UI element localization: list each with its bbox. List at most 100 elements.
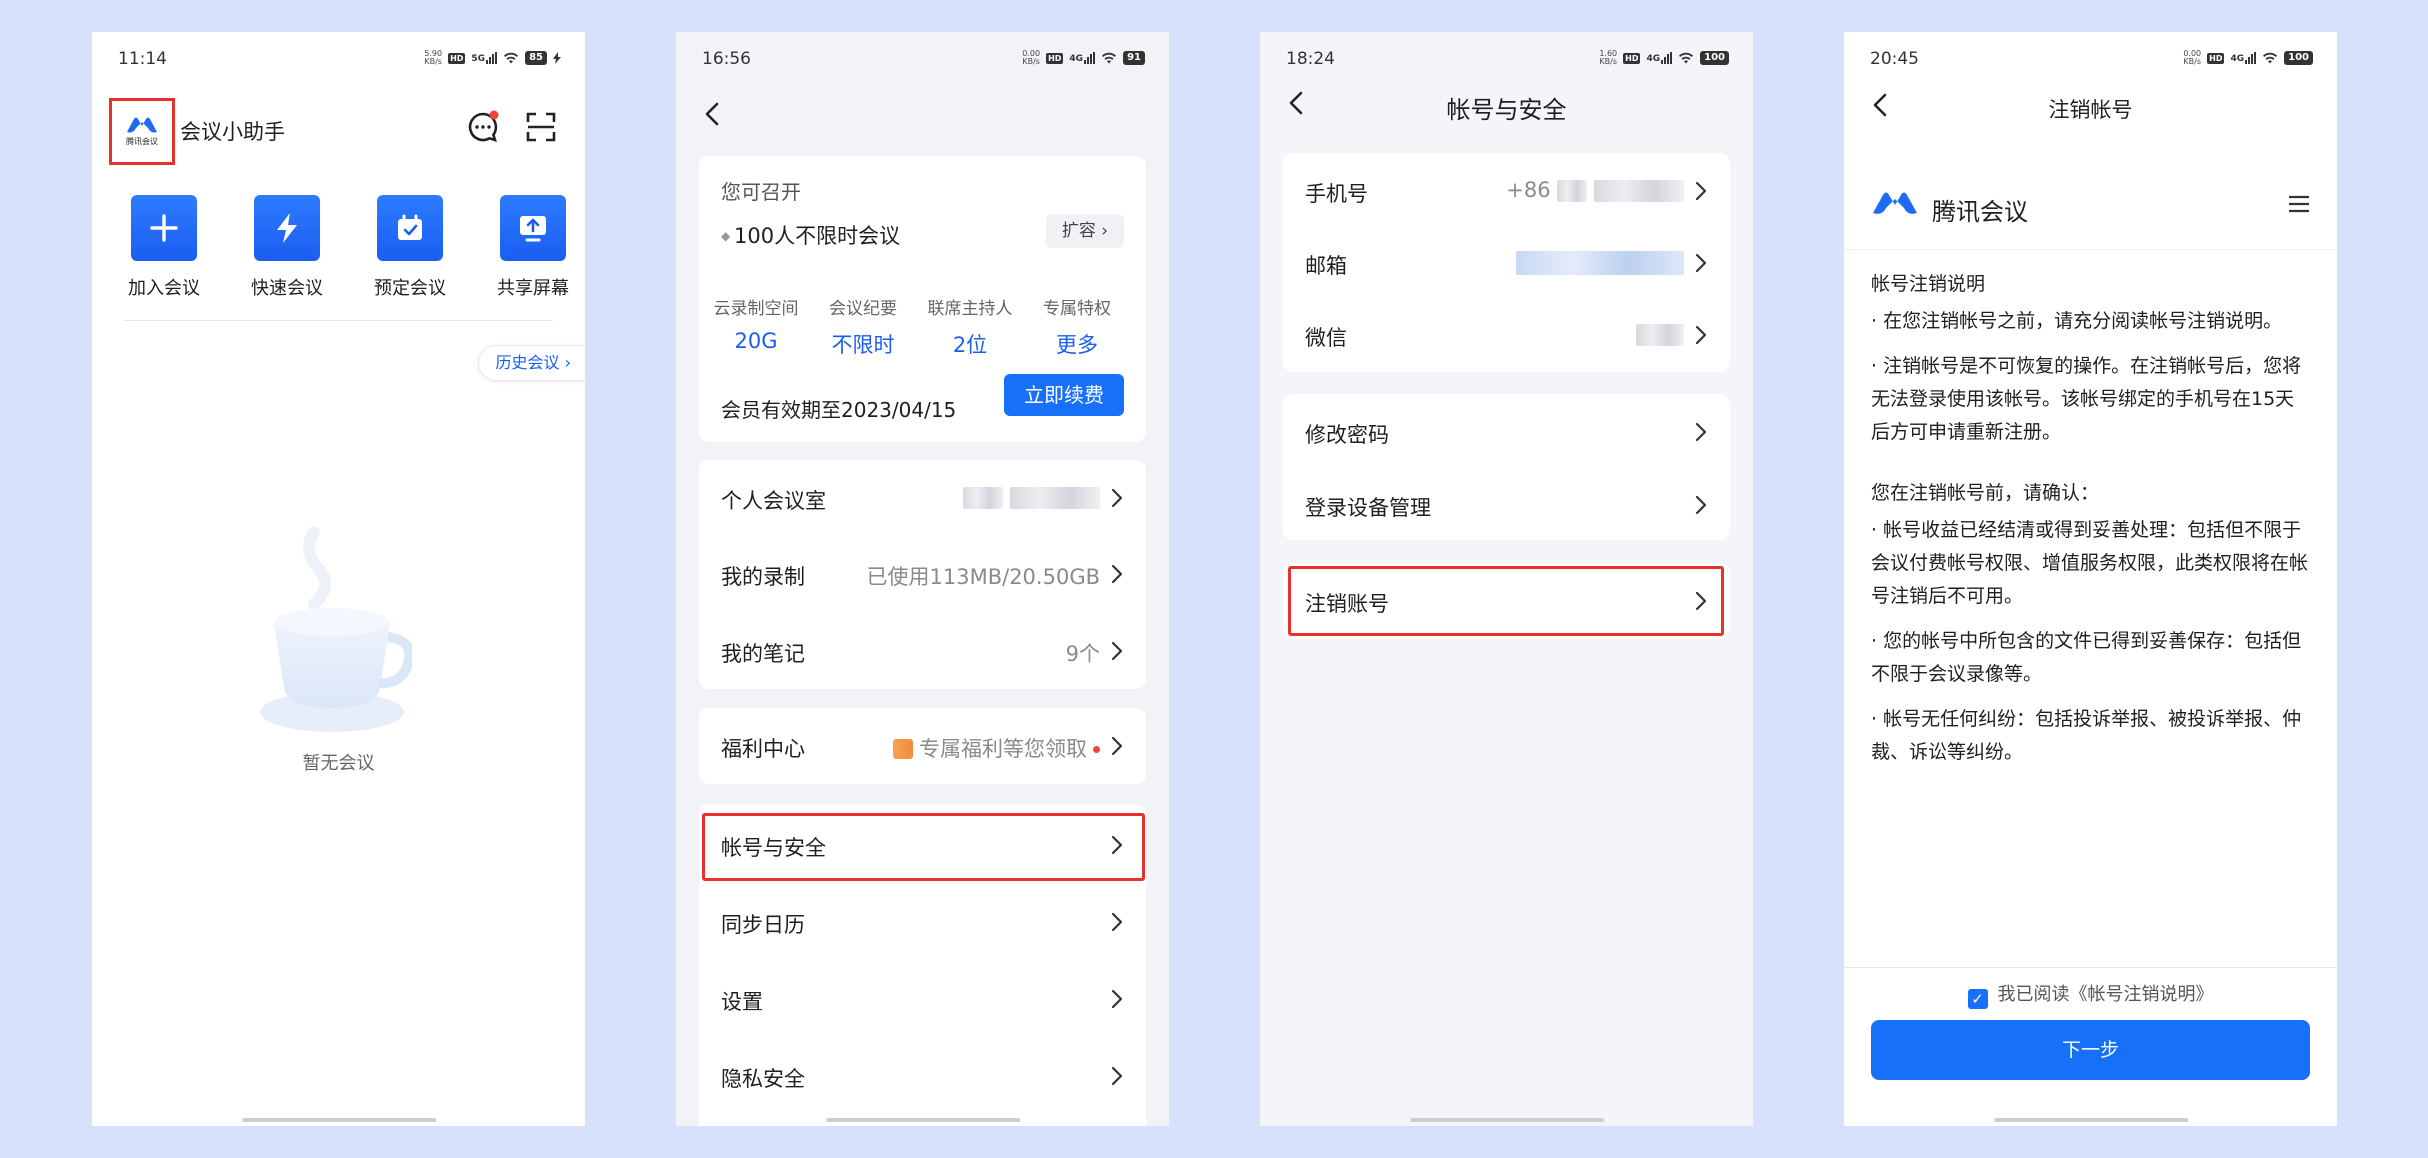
page-title: 帐号与安全 (1446, 96, 1567, 124)
status-time: 11:14 (118, 49, 167, 69)
chevron-right-icon (1111, 488, 1123, 508)
list-item-welfare[interactable]: 福利中心 专属福利等您领取 (699, 708, 1146, 784)
feature-value: 20G (734, 329, 778, 353)
agree-checkbox-row[interactable]: ✓ 我已阅读《帐号注销说明》 (1844, 980, 2337, 1009)
chevron-right-icon (1695, 253, 1707, 273)
agree-label: 我已阅读《帐号注销说明》 (1997, 984, 2214, 1005)
security-group: 修改密码 登录设备管理 (1283, 394, 1730, 540)
checkbox-checked-icon[interactable]: ✓ (1967, 989, 1988, 1009)
hd-icon: HD (2207, 52, 2225, 64)
membership-card: 您可召开 ◆ 100人不限时会议 扩容 › 云录制空间 20G 会议纪要 不限时… (699, 156, 1146, 442)
charging-icon (553, 52, 561, 64)
status-icons: 0.00 KB/s HD 4G 100 (2183, 50, 2313, 66)
battery-icon: 91 (1123, 51, 1145, 65)
network-speed: 5.90 KB/s (424, 49, 443, 66)
row-label: 修改密码 (1305, 423, 1389, 447)
list-item-sync-calendar[interactable]: 同步日历 (699, 884, 1146, 960)
history-meetings-button[interactable]: 历史会议 › (478, 345, 585, 381)
row-label: 我的录制 (721, 565, 805, 589)
renew-button[interactable]: 立即续费 (1004, 374, 1124, 416)
list-item-recordings[interactable]: 我的录制 已使用113MB/20.50GB (699, 536, 1146, 612)
feature-label: 云录制空间 (713, 299, 799, 319)
home-indicator[interactable] (241, 1118, 436, 1122)
empty-cup-illustration (260, 526, 412, 732)
share-tile (500, 195, 566, 261)
chevron-right-icon (1111, 912, 1123, 932)
status-bar: 20:45 0.00 KB/s HD 4G 100 (1844, 32, 2337, 90)
divider (124, 320, 553, 321)
confirm-item: · 您的帐号中所包含的文件已得到妥善保存：包括但不限于会议录像等。 (1871, 630, 2302, 685)
wifi-icon (1679, 52, 1694, 64)
list-item-wechat[interactable]: 微信 (1283, 297, 1730, 373)
list-item-personal-room[interactable]: 个人会议室 (699, 460, 1146, 536)
list-item-settings[interactable]: 设置 (699, 961, 1146, 1037)
feature-cloud-recording[interactable]: 云录制空间 20G (705, 294, 807, 353)
feature-label: 会议纪要 (829, 299, 897, 319)
brand-name: 腾讯会议 (1932, 198, 2028, 226)
wifi-icon (1102, 52, 1117, 64)
join-tile (131, 195, 197, 261)
schedule-meeting-button[interactable]: 预定会议 (355, 195, 465, 300)
membership-expiry: 会员有效期至2023/04/15 (721, 398, 957, 422)
feature-value: 不限时 (831, 333, 895, 357)
home-indicator[interactable] (1993, 1118, 2188, 1122)
row-value: 已使用113MB/20.50GB (866, 565, 1100, 589)
gift-icon (893, 739, 913, 759)
next-step-button[interactable]: 下一步 (1871, 1020, 2310, 1080)
wifi-icon (2263, 52, 2278, 64)
network-speed: 1.60 KB/s (1599, 49, 1618, 66)
status-bar: 11:14 5.90 KB/s HD 5G 85 (92, 32, 585, 90)
list-item-privacy[interactable]: 隐私安全 (699, 1038, 1146, 1114)
chevron-right-icon (1111, 564, 1123, 584)
home-indicator[interactable] (825, 1118, 1020, 1122)
chevron-right-icon (1695, 495, 1707, 515)
back-arrow-icon[interactable] (700, 101, 726, 127)
quick-tile (254, 195, 320, 261)
list-item-change-password[interactable]: 修改密码 (1283, 394, 1730, 470)
feature-cohost[interactable]: 联席主持人 2位 (919, 294, 1021, 359)
menu-icon[interactable] (2288, 195, 2310, 213)
row-value-blurred (963, 485, 1100, 509)
logo-text: 腾讯会议 (126, 137, 158, 146)
list-item-phone[interactable]: 手机号 +86 (1283, 153, 1730, 229)
message-icon[interactable] (466, 110, 500, 144)
phone-screen-deactivate: 20:45 0.00 KB/s HD 4G 100 注销帐号 腾讯会议 帐号注销说… (1844, 32, 2337, 1126)
share-label: 共享屏幕 (497, 278, 569, 299)
row-value-blurred (1636, 322, 1684, 346)
lightning-icon (277, 213, 297, 243)
battery-icon: 100 (1700, 51, 1729, 65)
card-title: 您可召开 (721, 180, 801, 204)
share-screen-icon (520, 216, 546, 242)
list-item-email[interactable]: 邮箱 (1283, 225, 1730, 301)
schedule-label: 预定会议 (374, 278, 446, 299)
confirm-item: · 帐号无任何纠纷：包括投诉举报、被投诉举报、仲裁、诉讼等纠纷。 (1871, 708, 2302, 763)
row-value: 专属福利等您领取 (893, 733, 1100, 763)
binding-group: 手机号 +86 邮箱 微信 (1283, 153, 1730, 372)
row-label: 我的笔记 (721, 642, 805, 666)
share-screen-button[interactable]: 共享屏幕 (478, 195, 585, 300)
chevron-right-icon (1695, 325, 1707, 345)
join-meeting-button[interactable]: 加入会议 (109, 195, 219, 300)
confirm-heading: 您在注销帐号前，请确认： (1871, 482, 2100, 504)
row-label: 同步日历 (721, 913, 805, 937)
row-label: 登录设备管理 (1305, 496, 1431, 520)
page-title: 会议小助手 (180, 120, 285, 144)
signal-icon: 5G (471, 52, 498, 64)
feature-value: 2位 (952, 333, 988, 357)
feature-exclusive[interactable]: 专属特权 更多 (1026, 294, 1128, 359)
feature-meeting-minutes[interactable]: 会议纪要 不限时 (812, 294, 914, 359)
network-speed: 0.00 KB/s (1022, 49, 1041, 66)
welfare-group: 福利中心 专属福利等您领取 (699, 708, 1146, 784)
home-indicator[interactable] (1409, 1118, 1604, 1122)
expand-capacity-button[interactable]: 扩容 › (1046, 214, 1124, 248)
page-title: 注销帐号 (2048, 98, 2133, 122)
network-speed: 0.00 KB/s (2183, 49, 2202, 66)
notice-paragraph: · 注销帐号是不可恢复的操作。在注销帐号后，您将无法登录使用该帐号。该帐号绑定的… (1871, 355, 2302, 443)
list-item-device-management[interactable]: 登录设备管理 (1283, 467, 1730, 543)
plus-icon (150, 214, 178, 242)
app-logo[interactable]: 腾讯会议 (109, 98, 175, 165)
quick-meeting-button[interactable]: 快速会议 (232, 195, 342, 300)
list-item-notes[interactable]: 我的笔记 9个 (699, 613, 1146, 689)
status-bar: 18:24 1.60 KB/s HD 4G 100 (1260, 32, 1753, 90)
scan-icon[interactable] (524, 110, 558, 144)
